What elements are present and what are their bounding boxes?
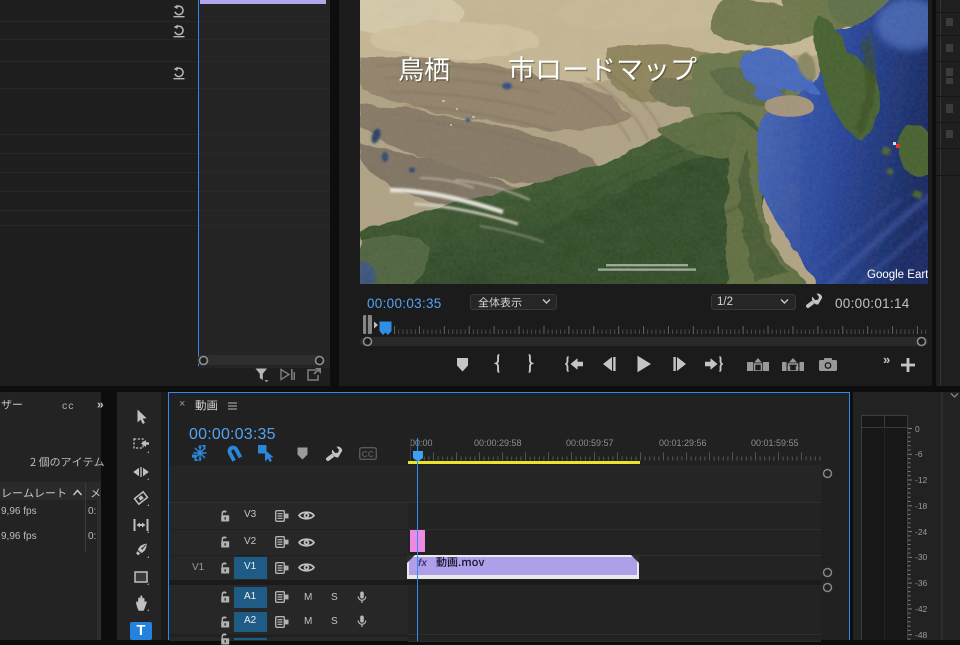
svg-text:»: » bbox=[97, 399, 104, 410]
svg-text:»: » bbox=[883, 353, 890, 365]
